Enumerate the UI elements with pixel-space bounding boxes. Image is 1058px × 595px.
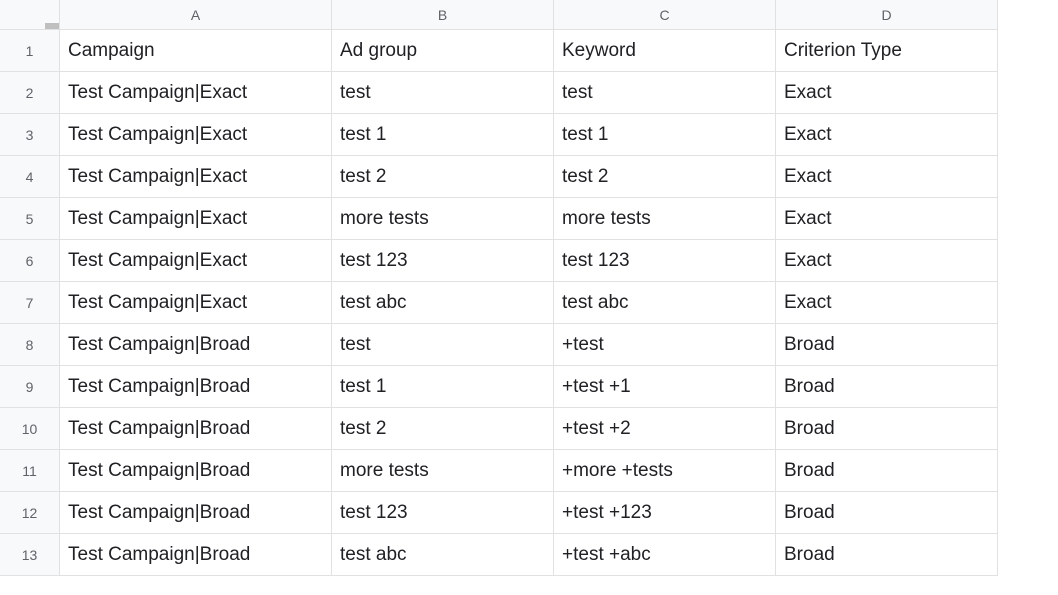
cell-B4[interactable]: test 2 — [332, 156, 554, 198]
cell-C3[interactable]: test 1 — [554, 114, 776, 156]
cell-A4[interactable]: Test Campaign|Exact — [60, 156, 332, 198]
row-header-7[interactable]: 7 — [0, 282, 60, 324]
cell-D7[interactable]: Exact — [776, 282, 998, 324]
cell-C7[interactable]: test abc — [554, 282, 776, 324]
col-header-A[interactable]: A — [60, 0, 332, 30]
cell-B6[interactable]: test 123 — [332, 240, 554, 282]
col-header-D[interactable]: D — [776, 0, 998, 30]
cell-A12[interactable]: Test Campaign|Broad — [60, 492, 332, 534]
cell-C8[interactable]: +test — [554, 324, 776, 366]
cell-B13[interactable]: test abc — [332, 534, 554, 576]
cell-D9[interactable]: Broad — [776, 366, 998, 408]
cell-A10[interactable]: Test Campaign|Broad — [60, 408, 332, 450]
cell-D1[interactable]: Criterion Type — [776, 30, 998, 72]
cell-C11[interactable]: +more +tests — [554, 450, 776, 492]
cell-A7[interactable]: Test Campaign|Exact — [60, 282, 332, 324]
cell-B12[interactable]: test 123 — [332, 492, 554, 534]
cell-B7[interactable]: test abc — [332, 282, 554, 324]
cell-D2[interactable]: Exact — [776, 72, 998, 114]
cell-C10[interactable]: +test +2 — [554, 408, 776, 450]
cell-C1[interactable]: Keyword — [554, 30, 776, 72]
cell-C13[interactable]: +test +abc — [554, 534, 776, 576]
cell-D13[interactable]: Broad — [776, 534, 998, 576]
cell-A9[interactable]: Test Campaign|Broad — [60, 366, 332, 408]
row-header-11[interactable]: 11 — [0, 450, 60, 492]
row-header-10[interactable]: 10 — [0, 408, 60, 450]
row-header-4[interactable]: 4 — [0, 156, 60, 198]
cell-D11[interactable]: Broad — [776, 450, 998, 492]
cell-B5[interactable]: more tests — [332, 198, 554, 240]
col-header-B[interactable]: B — [332, 0, 554, 30]
cell-B2[interactable]: test — [332, 72, 554, 114]
col-header-C[interactable]: C — [554, 0, 776, 30]
spreadsheet[interactable]: A B C D 1 Campaign Ad group Keyword Crit… — [0, 0, 1058, 576]
cell-C9[interactable]: +test +1 — [554, 366, 776, 408]
cell-C6[interactable]: test 123 — [554, 240, 776, 282]
cell-A2[interactable]: Test Campaign|Exact — [60, 72, 332, 114]
cell-A8[interactable]: Test Campaign|Broad — [60, 324, 332, 366]
cell-D12[interactable]: Broad — [776, 492, 998, 534]
row-header-13[interactable]: 13 — [0, 534, 60, 576]
row-header-9[interactable]: 9 — [0, 366, 60, 408]
cell-C4[interactable]: test 2 — [554, 156, 776, 198]
cell-A13[interactable]: Test Campaign|Broad — [60, 534, 332, 576]
cell-A11[interactable]: Test Campaign|Broad — [60, 450, 332, 492]
cell-B1[interactable]: Ad group — [332, 30, 554, 72]
cell-B10[interactable]: test 2 — [332, 408, 554, 450]
row-header-6[interactable]: 6 — [0, 240, 60, 282]
cell-D6[interactable]: Exact — [776, 240, 998, 282]
cell-B11[interactable]: more tests — [332, 450, 554, 492]
row-header-12[interactable]: 12 — [0, 492, 60, 534]
cell-D10[interactable]: Broad — [776, 408, 998, 450]
row-header-8[interactable]: 8 — [0, 324, 60, 366]
cell-B9[interactable]: test 1 — [332, 366, 554, 408]
cell-A3[interactable]: Test Campaign|Exact — [60, 114, 332, 156]
row-header-2[interactable]: 2 — [0, 72, 60, 114]
cell-D5[interactable]: Exact — [776, 198, 998, 240]
cell-A6[interactable]: Test Campaign|Exact — [60, 240, 332, 282]
row-header-3[interactable]: 3 — [0, 114, 60, 156]
row-header-1[interactable]: 1 — [0, 30, 60, 72]
cell-A1[interactable]: Campaign — [60, 30, 332, 72]
select-all-corner[interactable] — [0, 0, 60, 30]
cell-B8[interactable]: test — [332, 324, 554, 366]
cell-C5[interactable]: more tests — [554, 198, 776, 240]
cell-D4[interactable]: Exact — [776, 156, 998, 198]
row-header-5[interactable]: 5 — [0, 198, 60, 240]
cell-C2[interactable]: test — [554, 72, 776, 114]
cell-D3[interactable]: Exact — [776, 114, 998, 156]
cell-A5[interactable]: Test Campaign|Exact — [60, 198, 332, 240]
cell-C12[interactable]: +test +123 — [554, 492, 776, 534]
cell-D8[interactable]: Broad — [776, 324, 998, 366]
cell-B3[interactable]: test 1 — [332, 114, 554, 156]
